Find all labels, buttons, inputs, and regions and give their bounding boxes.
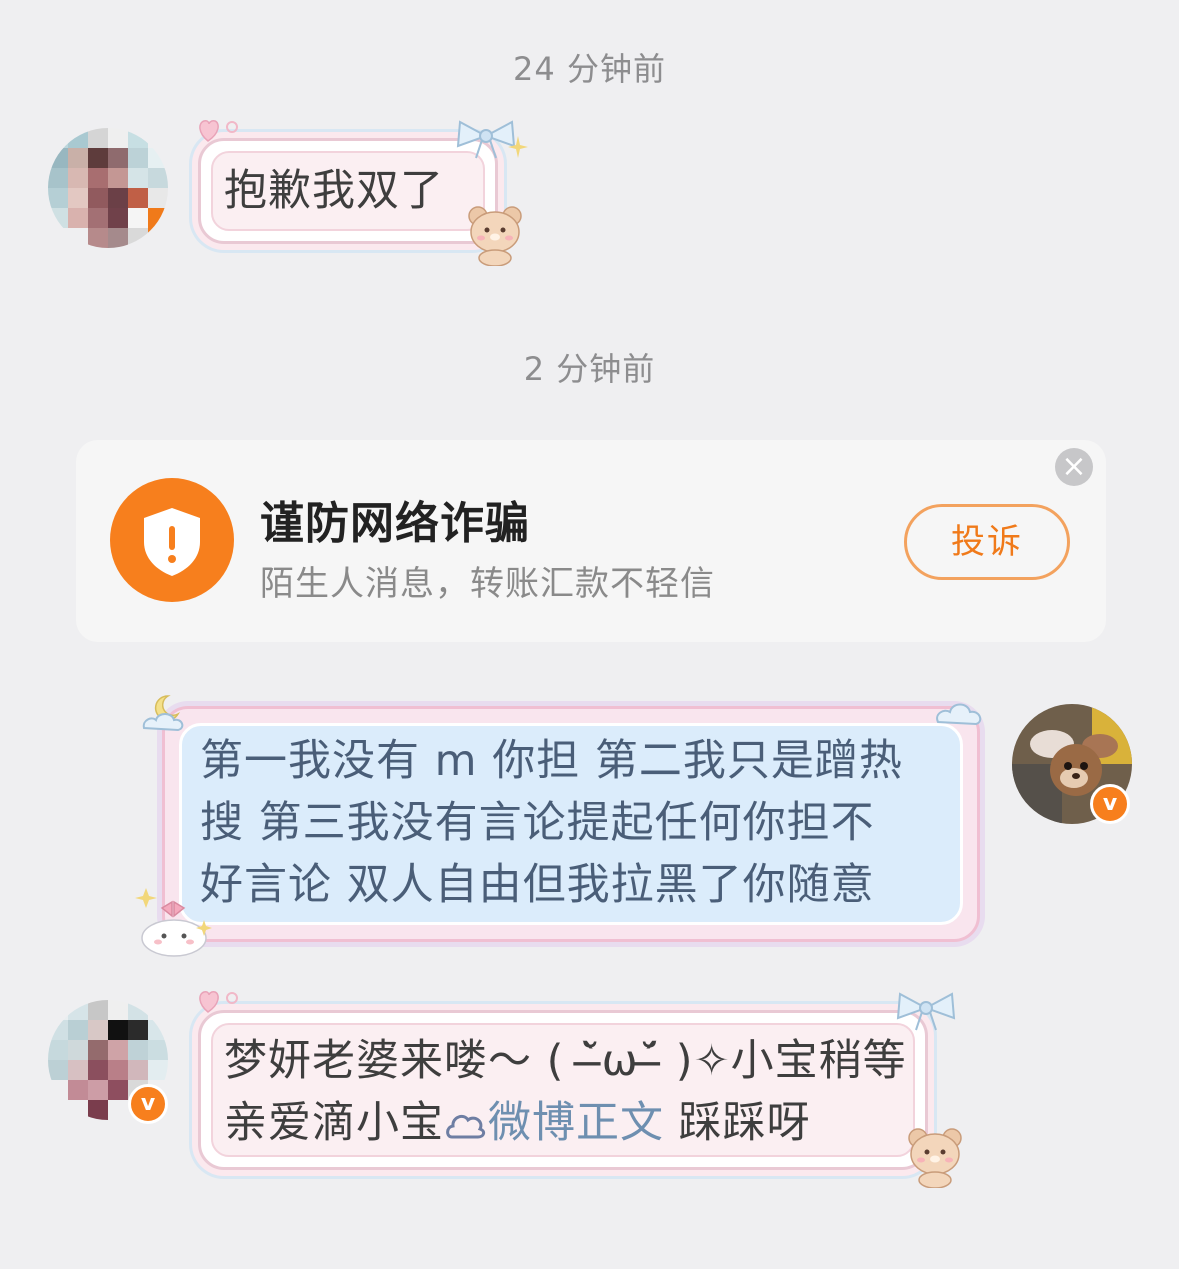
message-text: 抱歉我双了 [224, 166, 444, 216]
weibo-link-label: 微博正文 [488, 1098, 664, 1148]
timestamp: 2 分钟前 [523, 350, 656, 388]
weibo-link[interactable]: 微博正文 [444, 1098, 664, 1148]
card-subtitle: 陌生人消息，转账汇款不轻信 [260, 564, 715, 604]
report-button[interactable]: 投诉 [904, 504, 1070, 580]
message-text: 第一我没有 m 你担 第二我只是蹭热 搜 第三我没有言论提起任何你担不 好言论 … [200, 730, 903, 916]
bow-decoration-icon [896, 992, 956, 1031]
bear-sticker-icon [908, 1128, 962, 1188]
message-line: 好言论 双人自由但我拉黑了你随意 [200, 860, 875, 910]
heart-decoration-icon [199, 120, 238, 142]
card-title: 谨防网络诈骗 [260, 498, 530, 549]
link-cloud-icon [446, 1114, 486, 1139]
avatar[interactable] [48, 128, 168, 248]
shield-alert-icon [110, 478, 234, 602]
timestamp: 24 分钟前 [513, 50, 666, 88]
message-line: 亲爱滴小宝 微博正文 踩踩呀 [224, 1092, 907, 1154]
message-line: 第一我没有 m 你担 第二我只是蹭热 [200, 736, 903, 786]
cloud-decoration-icon [936, 703, 982, 726]
sparkle-icon [508, 136, 528, 158]
pixelated-avatar-image [48, 128, 168, 248]
message-line: 梦妍老婆来喽～ ( ˘̶̀ω˘̶́ )✧小宝稍等 [224, 1036, 907, 1086]
message-line: 搜 第三我没有言论提起任何你担不 [200, 798, 875, 848]
message-text: 梦妍老婆来喽～ ( ˘̶̀ω˘̶́ )✧小宝稍等 亲爱滴小宝 微博正文 踩踩呀 [224, 1030, 907, 1154]
verified-badge: v [1090, 784, 1130, 824]
message-text-segment: 亲爱滴小宝 [224, 1098, 444, 1148]
verified-badge: v [128, 1084, 168, 1124]
bunny-sticker-icon [135, 888, 212, 957]
message-text-segment: 踩踩呀 [664, 1098, 811, 1148]
bear-sticker-icon [468, 206, 522, 266]
moon-cloud-decoration-icon [142, 695, 184, 732]
heart-decoration-icon [199, 991, 238, 1013]
close-icon[interactable]: × [1055, 448, 1093, 486]
